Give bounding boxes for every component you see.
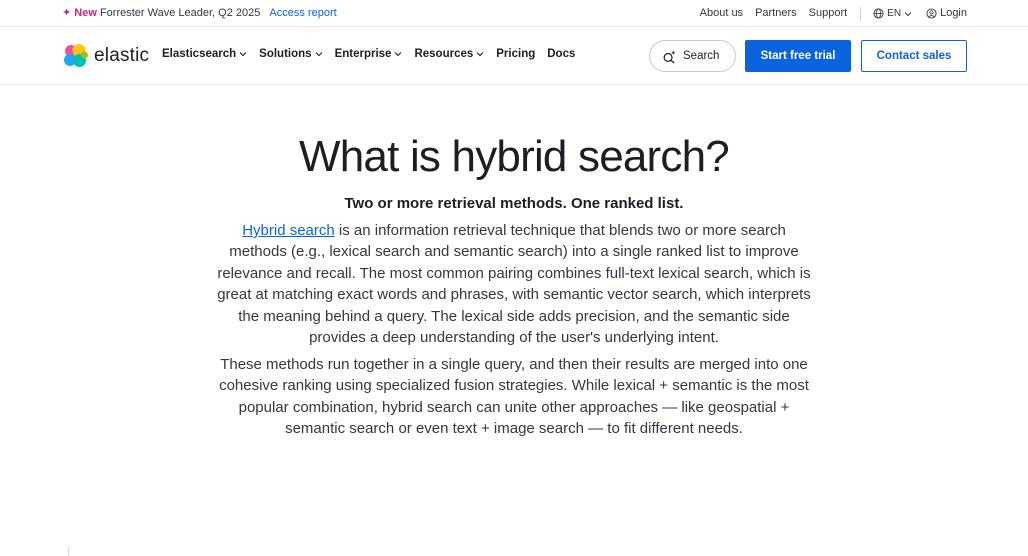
fusion-paragraph: These methods run together in a single q… <box>219 356 809 438</box>
menu-item-elasticsearch[interactable]: Elasticsearch <box>162 48 247 60</box>
menu-label: Enterprise <box>334 48 392 60</box>
divider <box>68 546 69 556</box>
language-label: EN <box>887 8 902 19</box>
access-report-link[interactable]: Access report <box>269 7 336 19</box>
menu-label: Elasticsearch <box>162 48 237 60</box>
intro-paragraph-text: is an information retrieval technique th… <box>217 222 811 347</box>
user-icon <box>926 8 937 19</box>
page-title: What is hybrid search? <box>299 132 730 181</box>
divider <box>860 6 862 21</box>
chevron-down-icon <box>476 52 484 57</box>
menu-label: Pricing <box>496 48 536 60</box>
contact-sales-button[interactable]: Contact sales <box>861 40 967 72</box>
globe-icon <box>873 8 884 19</box>
chevron-down-icon <box>315 52 322 57</box>
menu-item-pricing[interactable]: Pricing <box>496 48 535 60</box>
elastic-logo-icon <box>64 44 88 67</box>
brand-name: elastic <box>94 45 150 66</box>
chevron-down-icon <box>395 52 402 57</box>
menu-label: Resources <box>414 48 474 60</box>
start-free-trial-button[interactable]: Start free trial <box>745 40 851 72</box>
menu-item-resources[interactable]: Resources <box>414 48 484 60</box>
chevron-down-icon <box>904 11 912 16</box>
search-button[interactable]: Search <box>649 40 736 72</box>
menu-label: Solutions <box>259 48 312 60</box>
partners-link[interactable]: Partners <box>755 7 797 20</box>
search-label: Search <box>683 50 720 62</box>
announcement-text: Forrester Wave Leader, Q2 2025 <box>99 7 261 19</box>
menu-item-enterprise[interactable]: Enterprise <box>335 48 403 60</box>
intro-paragraph: Hybrid search is an information retrieva… <box>214 220 814 348</box>
menu-item-docs[interactable]: Docs <box>547 48 575 60</box>
login-label: Login <box>940 7 967 19</box>
login-link[interactable]: Login <box>926 7 967 20</box>
support-link[interactable]: Support <box>809 7 848 20</box>
announcement-bar: ✦ New Forrester Wave Leader, Q2 2025 Acc… <box>0 0 1028 27</box>
hybrid-search-link[interactable]: Hybrid search <box>242 222 335 239</box>
sparkle-search-icon <box>663 49 676 64</box>
page-subtitle: Two or more retrieval methods. One ranke… <box>344 195 684 212</box>
utility-nav: About us Partners Support EN Login <box>700 6 967 21</box>
menu-item-solutions[interactable]: Solutions <box>259 48 322 60</box>
main-nav: elastic Elasticsearch Solutions Enterpri… <box>0 28 1028 85</box>
menu-label: Docs <box>547 48 576 60</box>
about-us-link[interactable]: About us <box>700 7 743 20</box>
new-badge: ✦ New <box>62 7 97 19</box>
language-selector[interactable]: EN <box>873 7 912 20</box>
announcement: ✦ New Forrester Wave Leader, Q2 2025 Acc… <box>62 7 337 20</box>
elastic-logo[interactable]: elastic <box>62 42 149 70</box>
chevron-down-icon <box>239 52 247 57</box>
primary-menu: Elasticsearch Solutions Enterprise Resou… <box>162 48 587 60</box>
